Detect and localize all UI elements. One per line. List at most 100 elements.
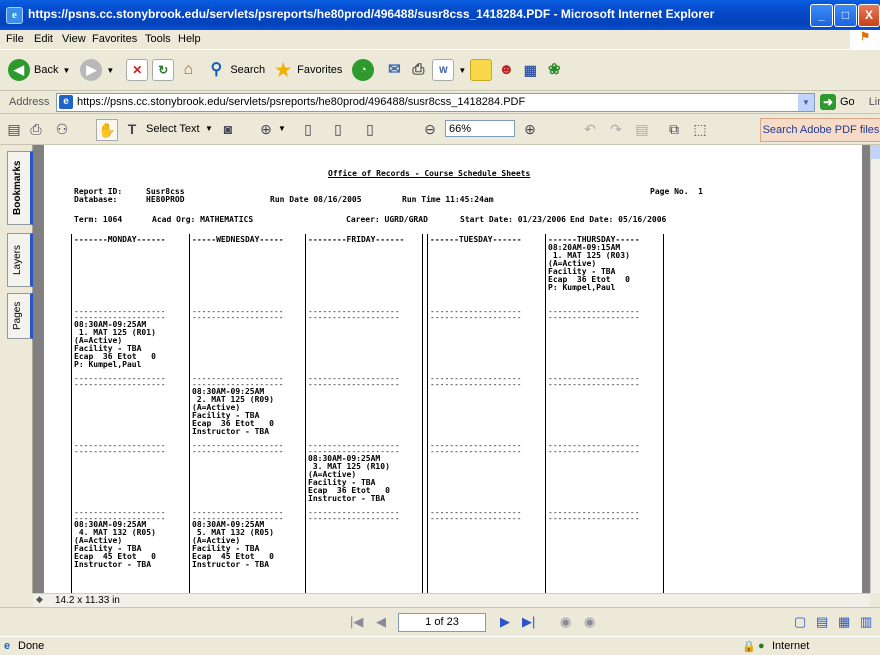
single-page-icon[interactable]: ▢ xyxy=(794,614,806,630)
minimize-button[interactable]: _ xyxy=(810,4,833,27)
messenger-icon[interactable]: ☻ xyxy=(496,60,516,80)
address-field[interactable]: e https://psns.cc.stonybrook.edu/servlet… xyxy=(56,93,815,112)
rotate-left-icon[interactable]: ↶ xyxy=(580,119,600,139)
row-separator: ------------------- xyxy=(548,447,640,456)
column-divider xyxy=(422,234,423,593)
edit-dropdown-icon[interactable]: ▼ xyxy=(458,66,466,75)
row-separator: ------------------- xyxy=(548,313,640,322)
search-button-label[interactable]: Search xyxy=(230,64,265,76)
previous-page-icon[interactable]: ◀ xyxy=(376,614,386,630)
page-size: 14.2 x 11.33 in xyxy=(55,595,120,606)
address-url[interactable]: https://psns.cc.stonybrook.edu/servlets/… xyxy=(77,96,525,108)
tab-pages[interactable]: Pages xyxy=(7,293,33,339)
people-icon[interactable]: ❀ xyxy=(544,60,564,80)
rotate-right-icon[interactable]: ↷ xyxy=(606,119,626,139)
menu-help[interactable]: Help xyxy=(178,33,201,45)
favorites-star-icon[interactable]: ★ xyxy=(273,60,293,80)
page-navigation-bar: |◀ ◀ 1 of 23 ▶ ▶| ◉ ◉ ▢ ▤ ▦ ▥ xyxy=(0,607,880,636)
zoom-in-icon[interactable]: ⊕ xyxy=(256,119,276,139)
continuous-icon[interactable]: ▤ xyxy=(816,614,828,630)
print-pdf-icon[interactable]: ⎙ xyxy=(26,119,46,139)
vertical-scrollbar[interactable] xyxy=(870,145,880,593)
save-icon[interactable]: ▤ xyxy=(4,119,24,139)
menu-edit[interactable]: Edit xyxy=(34,33,53,45)
lock-icon: 🔒 xyxy=(742,641,756,653)
menu-tools[interactable]: Tools xyxy=(145,33,171,45)
schedule-entry-line: Instructor - TBA xyxy=(192,560,270,569)
scroll-thumb[interactable] xyxy=(871,145,880,159)
schedule-entry-line: P: Kumpel,Paul xyxy=(548,283,616,292)
tab-bookmarks[interactable]: Bookmarks xyxy=(7,151,33,225)
research-icon[interactable]: ▦ xyxy=(520,60,540,80)
favorites-button-label[interactable]: Favorites xyxy=(297,64,342,76)
zoom-out-icon[interactable]: ⊖ xyxy=(420,119,440,139)
find-binoculars-icon[interactable]: ⚇ xyxy=(52,119,72,139)
hand-tool-icon[interactable]: ✋ xyxy=(96,119,118,141)
menu-favorites[interactable]: Favorites xyxy=(92,33,137,45)
address-dropdown-icon[interactable]: ▼ xyxy=(798,94,814,111)
zoom-plus-icon[interactable]: ⊕ xyxy=(520,119,540,139)
maximize-button[interactable]: □ xyxy=(834,4,857,27)
snapshot-icon[interactable]: ◙ xyxy=(218,119,238,139)
standard-toolbar: ◀ Back ▼ ▶ ▼ ✕ ↻ ⌂ ⚲ Search ★ Favorites … xyxy=(0,50,880,91)
zoom-dropdown-icon[interactable]: ▼ xyxy=(278,124,286,133)
horizontal-scrollbar[interactable]: ◆ 14.2 x 11.33 in xyxy=(33,593,870,607)
create-pdf-icon[interactable]: ⬚ xyxy=(690,119,710,139)
fit-width-icon[interactable]: ▯ xyxy=(360,119,380,139)
tab-layers[interactable]: Layers xyxy=(7,233,33,287)
home-icon[interactable]: ⌂ xyxy=(178,60,198,80)
scroll-left-icon[interactable]: ◆ xyxy=(36,594,43,605)
close-button[interactable]: X xyxy=(858,4,880,27)
select-text-label[interactable]: Select Text xyxy=(146,123,200,135)
refresh-icon[interactable]: ↻ xyxy=(152,59,175,81)
history-icon[interactable]: ◔ xyxy=(352,59,375,81)
zoom-level-field[interactable]: 66% xyxy=(445,120,515,137)
search-adobe-pdf-button[interactable]: Search Adobe PDF files xyxy=(760,118,880,142)
row-separator: ------------------- xyxy=(308,313,400,322)
row-separator: ------------------- xyxy=(548,380,640,389)
links-label[interactable]: Links xyxy=(869,96,880,108)
forward-arrow-icon[interactable]: ▶ xyxy=(80,59,103,81)
page-indicator[interactable]: 1 of 23 xyxy=(398,613,486,632)
select-text-dropdown-icon[interactable]: ▼ xyxy=(205,124,213,133)
schedule-entry-line: P: Kumpel,Paul xyxy=(74,360,142,369)
menu-file[interactable]: File xyxy=(6,33,24,45)
facing-icon[interactable]: ▦ xyxy=(838,614,850,630)
last-page-icon[interactable]: ▶| xyxy=(522,614,535,630)
go-button-label[interactable]: Go xyxy=(840,96,855,108)
back-arrow-icon[interactable]: ◀ xyxy=(8,59,30,81)
back-dropdown-icon[interactable]: ▼ xyxy=(62,66,70,75)
edit-icon[interactable]: W xyxy=(432,59,455,81)
document-viewport[interactable]: Office of Records - Course Schedule Shee… xyxy=(33,145,870,593)
actual-size-icon[interactable]: ▯ xyxy=(298,119,318,139)
back-button-label[interactable]: Back xyxy=(34,64,58,76)
row-separator: ------------------- xyxy=(430,514,522,523)
first-page-icon[interactable]: |◀ xyxy=(350,614,363,630)
next-page-icon[interactable]: ▶ xyxy=(500,614,510,630)
row-separator: ------------------- xyxy=(74,380,166,389)
select-text-icon[interactable]: T xyxy=(122,119,142,139)
mail-icon[interactable]: ✉ xyxy=(384,60,404,80)
run-time: Run Time 11:45:24am xyxy=(402,195,494,204)
discuss-icon[interactable] xyxy=(470,59,493,81)
stop-icon[interactable]: ✕ xyxy=(126,59,149,81)
continuous-facing-icon[interactable]: ▥ xyxy=(860,614,872,630)
menu-view[interactable]: View xyxy=(62,33,86,45)
next-view-icon[interactable]: ◉ xyxy=(584,614,595,630)
status-bar: e Done 🔒 ● Internet xyxy=(0,636,880,655)
page-icon: e xyxy=(59,95,73,109)
search-icon[interactable]: ⚲ xyxy=(206,60,226,80)
window-titlebar[interactable]: e https://psns.cc.stonybrook.edu/servlet… xyxy=(0,0,880,30)
menu-bar: File Edit View Favorites Tools Help xyxy=(0,30,880,50)
column-divider xyxy=(305,234,306,593)
end-date: End Date: 05/16/2006 xyxy=(570,215,667,224)
document-icon[interactable]: ▤ xyxy=(632,119,652,139)
go-arrow-icon[interactable]: ➜ xyxy=(820,94,836,110)
how-to-icon[interactable]: ⧉ xyxy=(664,119,684,139)
print-icon[interactable]: ⎙ xyxy=(408,60,428,80)
day-header-friday: --------FRIDAY------ xyxy=(308,235,405,244)
forward-dropdown-icon[interactable]: ▼ xyxy=(106,66,114,75)
fit-page-icon[interactable]: ▯ xyxy=(328,119,348,139)
previous-view-icon[interactable]: ◉ xyxy=(560,614,571,630)
start-date: Start Date: 01/23/2006 xyxy=(460,215,566,224)
